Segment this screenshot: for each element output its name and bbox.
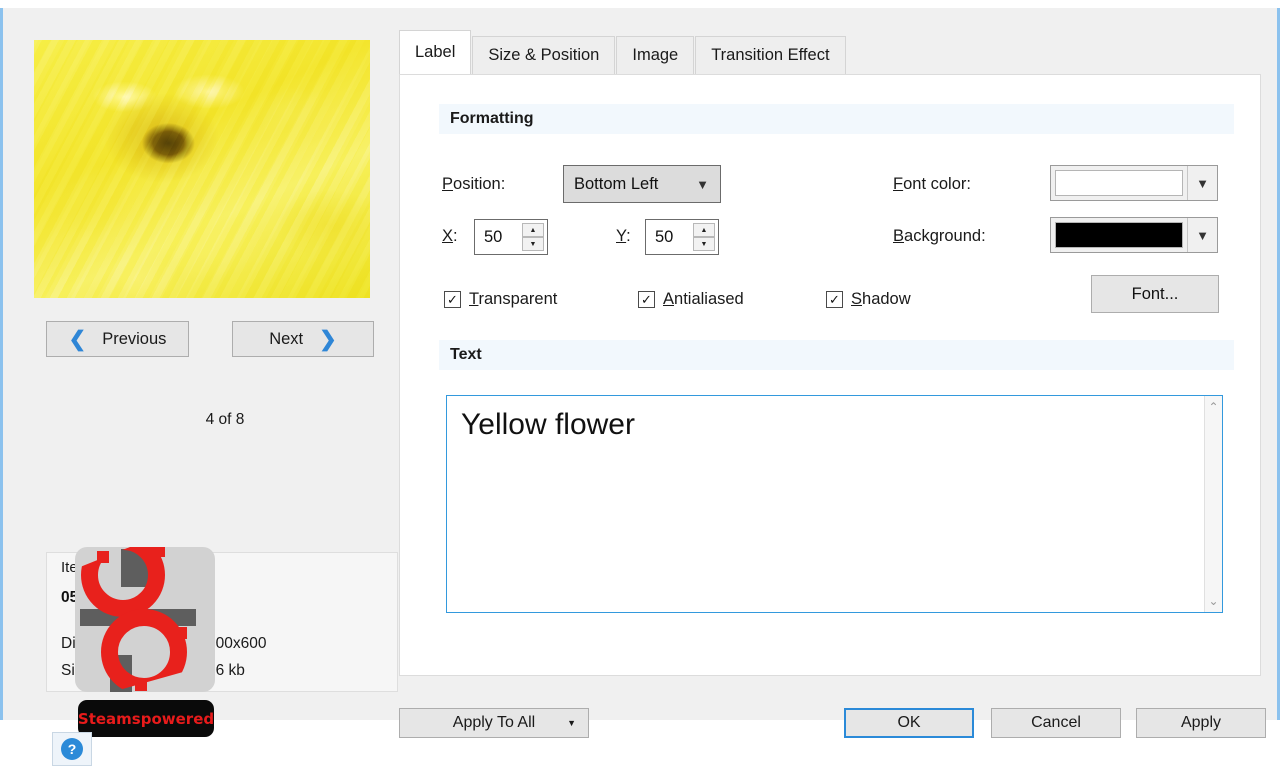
left-preview-panel: ❮ Previous Next ❯ 4 of 8 Item Properties…	[30, 32, 398, 766]
background-color-picker[interactable]: ▼	[1050, 217, 1218, 253]
x-spin-down-button[interactable]: ▼	[522, 237, 544, 251]
text-area-scrollbar[interactable]: ⌃ ⌄	[1204, 396, 1222, 612]
tab-size-position-text: Size & Position	[488, 46, 600, 64]
x-spinner[interactable]: 50 ▲ ▼	[474, 219, 548, 255]
tab-strip: Label Size & Position Image Transition E…	[399, 30, 847, 74]
navigation-row: ❮ Previous Next ❯	[46, 321, 374, 357]
item-properties-box: Item Properties 05...jpg Dimensions 800x…	[46, 552, 398, 692]
tab-image[interactable]: Image	[616, 36, 695, 74]
ok-button[interactable]: OK	[844, 708, 974, 738]
position-dropdown-value: Bottom Left	[574, 174, 659, 193]
tab-transition-effect-text: Transition Effect	[711, 46, 830, 64]
next-button-label: Next	[269, 329, 304, 348]
size-value: 76 kb	[207, 662, 245, 679]
next-button[interactable]: Next ❯	[232, 321, 374, 357]
checkbox-checked-icon: ✓	[826, 291, 843, 308]
question-mark-icon: ?	[61, 738, 83, 760]
x-spinner-buttons[interactable]: ▲ ▼	[522, 223, 544, 251]
transparent-checkbox[interactable]: ✓ Transparent	[444, 290, 557, 309]
checkbox-checked-icon: ✓	[444, 291, 461, 308]
label-tab-panel: Formatting Position: Bottom Left ▼ X: 50…	[399, 74, 1261, 676]
transparent-label: Transparent	[469, 290, 558, 308]
label-text-area[interactable]: Yellow flower ⌃ ⌄	[446, 395, 1223, 613]
previous-button-label: Previous	[102, 329, 167, 348]
label-text-value[interactable]: Yellow flower	[447, 396, 1204, 612]
background-color-swatch	[1055, 222, 1183, 248]
font-color-label: Font color:	[893, 175, 971, 193]
apply-to-all-button[interactable]: Apply To All ▼	[399, 708, 589, 738]
tab-size-position[interactable]: Size & Position	[472, 36, 616, 74]
item-properties-title: Item Properties	[61, 559, 163, 576]
item-counter: 4 of 8	[205, 411, 245, 428]
tab-image-text: Image	[632, 46, 679, 64]
tab-label-text: Label	[415, 43, 456, 61]
y-label: Y:	[616, 227, 631, 245]
background-label: Background:	[893, 227, 986, 245]
item-properties-dialog: ❮ Previous Next ❯ 4 of 8 Item Properties…	[3, 8, 1277, 766]
font-color-picker[interactable]: ▼	[1050, 165, 1218, 201]
antialiased-checkbox[interactable]: ✓ Antialiased	[638, 290, 744, 309]
chevron-right-icon: ❯	[319, 327, 337, 351]
dialog-footer: Apply To All ▼ OK Cancel Apply	[3, 708, 1277, 738]
y-spinner-buttons[interactable]: ▲ ▼	[693, 223, 715, 251]
cancel-button[interactable]: Cancel	[991, 708, 1121, 738]
shadow-checkbox[interactable]: ✓ Shadow	[826, 290, 911, 309]
x-label: X:	[442, 227, 458, 245]
font-color-swatch	[1055, 170, 1183, 196]
position-dropdown[interactable]: Bottom Left ▼	[563, 165, 721, 203]
application-window: ❮ Previous Next ❯ 4 of 8 Item Properties…	[0, 0, 1280, 766]
x-spin-up-button[interactable]: ▲	[522, 223, 544, 237]
item-filename: 05...jpg	[61, 589, 115, 606]
antialiased-label: Antialiased	[663, 290, 744, 308]
chevron-down-icon: ▼	[1187, 218, 1217, 252]
chevron-down-icon: ▼	[696, 176, 709, 192]
yellow-flower-image	[34, 40, 370, 298]
help-button[interactable]: ?	[52, 732, 92, 766]
position-label: Position:	[442, 175, 506, 193]
position-label-rest: osition:	[453, 175, 506, 193]
tab-label[interactable]: Label	[399, 30, 472, 74]
size-label: Size	[61, 662, 92, 679]
window-top-strip	[0, 0, 1280, 8]
dimensions-label: Dimensions	[61, 635, 142, 652]
formatting-section-header: Formatting	[439, 104, 1234, 134]
apply-to-all-label: Apply To All	[452, 714, 536, 731]
apply-button[interactable]: Apply	[1136, 708, 1266, 738]
y-spin-up-button[interactable]: ▲	[693, 223, 715, 237]
y-spin-down-button[interactable]: ▼	[693, 237, 715, 251]
chevron-left-icon: ❮	[68, 327, 87, 351]
scroll-up-icon[interactable]: ⌃	[1208, 400, 1218, 414]
font-button[interactable]: Font...	[1091, 275, 1219, 313]
x-value: 50	[484, 227, 503, 246]
y-value: 50	[655, 227, 674, 246]
chevron-down-icon: ▼	[1187, 166, 1217, 200]
shadow-label: Shadow	[851, 290, 911, 308]
text-section-header: Text	[439, 340, 1234, 370]
y-spinner[interactable]: 50 ▲ ▼	[645, 219, 719, 255]
previous-button[interactable]: ❮ Previous	[46, 321, 189, 357]
scroll-down-icon[interactable]: ⌄	[1208, 594, 1218, 608]
tab-transition-effect[interactable]: Transition Effect	[695, 36, 846, 74]
image-preview-frame	[34, 40, 370, 298]
dimensions-value: 800x600	[207, 635, 267, 652]
checkbox-checked-icon: ✓	[638, 291, 655, 308]
